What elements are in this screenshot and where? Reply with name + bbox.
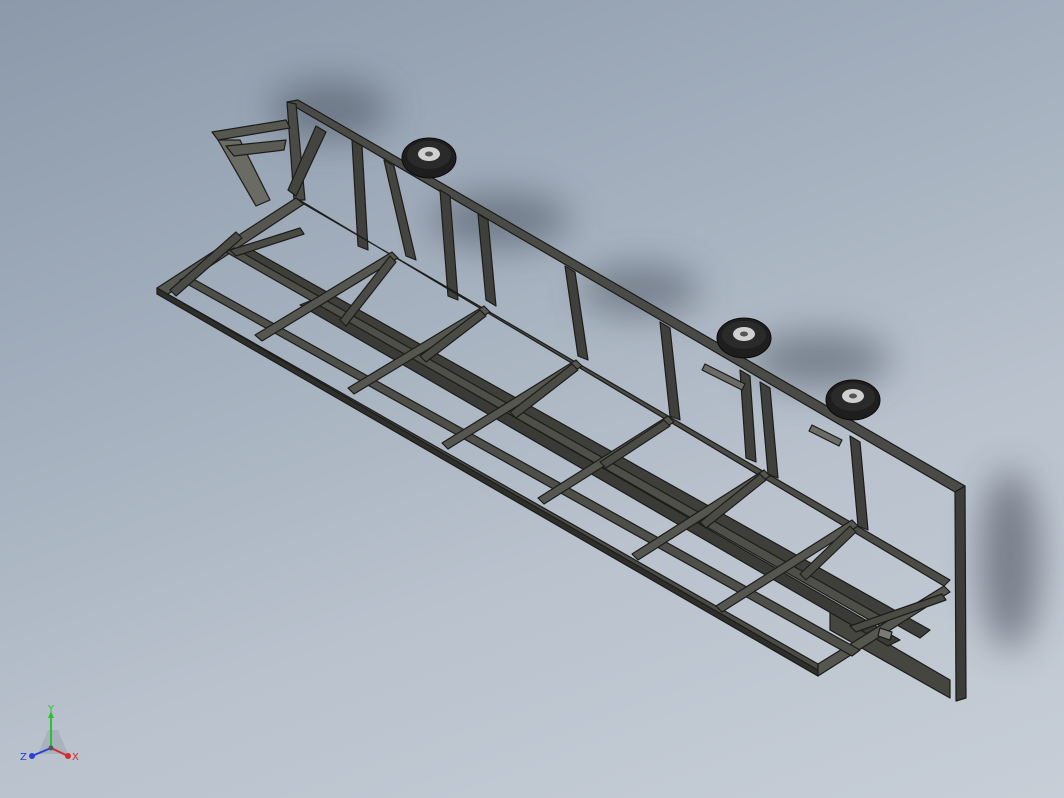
bed-diagonal bbox=[599, 419, 671, 469]
reference-triad: Y Z X bbox=[20, 704, 79, 763]
trailer-frame-model[interactable] bbox=[0, 0, 1064, 798]
chassis-rail bbox=[239, 249, 931, 639]
back-upright bbox=[759, 381, 779, 479]
bed-diagonal bbox=[509, 363, 579, 419]
wheel-rear bbox=[825, 379, 881, 421]
back-top-rail bbox=[286, 99, 966, 493]
back-right-post bbox=[954, 485, 967, 702]
y-axis-label: Y bbox=[47, 704, 55, 715]
wheel-front bbox=[401, 137, 457, 179]
cad-graphics-viewport[interactable]: Y Z X bbox=[0, 0, 1064, 798]
wheel-middle bbox=[716, 317, 772, 359]
back-upright bbox=[659, 321, 681, 421]
z-axis-label: Z bbox=[20, 752, 27, 763]
x-axis-label: X bbox=[72, 752, 79, 763]
hitch-tongue bbox=[211, 119, 291, 141]
bed-diagonal bbox=[419, 309, 487, 363]
back-upright bbox=[564, 265, 589, 361]
fender-plate bbox=[808, 424, 843, 447]
fender-plate bbox=[701, 363, 746, 391]
back-upright bbox=[849, 435, 869, 531]
